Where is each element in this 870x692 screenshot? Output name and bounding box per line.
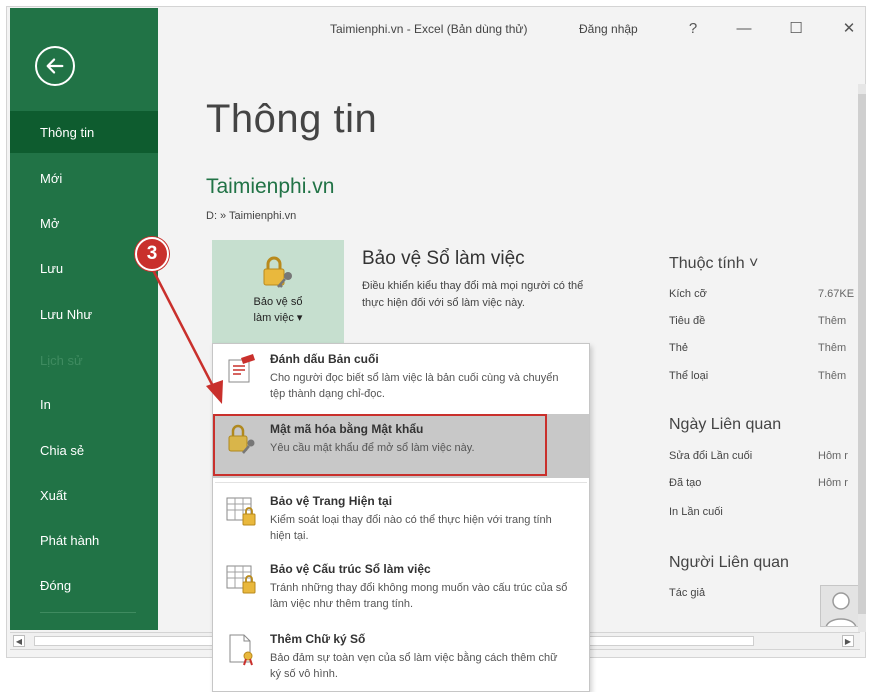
close-button[interactable]: ✕: [838, 18, 860, 38]
menu-item-protect-sheet[interactable]: Bảo vệ Trang Hiện tại Kiểm soát loại tha…: [213, 486, 589, 552]
created-value: Hôm r: [818, 477, 848, 489]
menu-item-title: Thêm Chữ ký Số: [270, 632, 366, 646]
sidebar-item-label: Lịch sử: [40, 352, 83, 368]
sidebar-item-label: Xuất: [40, 487, 67, 503]
property-size-label: Kích cỡ: [669, 288, 707, 300]
protect-sheet-icon: [226, 497, 256, 526]
menu-item-description: Bảo đảm sự toàn vẹn của sổ làm việc bằng…: [270, 652, 558, 680]
sidebar-item-label[interactable]: In: [40, 397, 51, 412]
sidebar-item-label: Lưu: [40, 260, 64, 276]
page-title: Thông tin: [206, 97, 378, 141]
protect-structure-icon: [226, 565, 256, 594]
sidebar-item-close[interactable]: Đóng: [10, 564, 158, 606]
menu-item-digital-signature[interactable]: Thêm Chữ ký Số Bảo đảm sự toàn vẹn của s…: [213, 624, 589, 692]
protect-button-label-2: làm việc ▾: [253, 312, 303, 324]
title-bar: Taimienphi.vn - Excel (Bản dùng thử) Đăn…: [158, 8, 864, 48]
sidebar-item-label: Mở: [40, 215, 60, 231]
property-tags-value[interactable]: Thêm: [818, 342, 846, 354]
sidebar-item-new[interactable]: Mới: [10, 157, 158, 199]
sidebar-item-label: Phát hành: [40, 532, 100, 548]
sidebar-item-label: Đóng: [40, 577, 72, 593]
menu-item-title: Bảo vệ Trang Hiện tại: [270, 494, 393, 508]
back-button[interactable]: [35, 46, 75, 86]
last-printed-label: In Lần cuối: [669, 506, 723, 518]
sidebar-item-history: Lịch sử: [10, 339, 158, 381]
author-label: Tác giả: [669, 587, 706, 599]
scroll-right-button[interactable]: ▶: [842, 635, 854, 647]
sign-in-link[interactable]: Đăng nhập: [579, 22, 638, 36]
menu-item-description: Kiểm soát loại thay đổi nào có thể thực …: [270, 514, 552, 542]
help-button[interactable]: ?: [682, 18, 704, 38]
person-icon: [825, 592, 857, 626]
scroll-left-button[interactable]: ◀: [13, 635, 25, 647]
property-tags-label: Thẻ: [669, 342, 688, 354]
sidebar-item-save-as[interactable]: Lưu Như: [10, 293, 158, 335]
sidebar-item-publish[interactable]: Phát hành: [10, 519, 158, 561]
document-path[interactable]: D: » Taimienphi.vn: [206, 210, 296, 222]
protect-workbook-button[interactable]: Bảo vệ sổ làm việc ▾: [212, 240, 344, 343]
avatar[interactable]: [820, 585, 860, 627]
last-modified-value: Hôm r: [818, 450, 848, 462]
sidebar-item-share[interactable]: Chia sẻ: [10, 429, 158, 471]
highlight-box: [213, 414, 547, 476]
created-label: Đã tạo: [669, 477, 702, 489]
related-dates-heading: Ngày Liên quan: [669, 416, 782, 433]
maximize-button[interactable]: ☐: [785, 18, 807, 38]
window-title: Taimienphi.vn - Excel (Bản dùng thử): [330, 22, 528, 36]
sidebar-item-export[interactable]: Xuất: [10, 474, 158, 516]
sidebar-item-label: Mới: [40, 170, 63, 186]
protect-workbook-menu: Đánh dấu Bản cuối Cho người đọc biết sổ …: [212, 343, 590, 692]
property-category-value[interactable]: Thêm: [818, 370, 846, 382]
sidebar-item-label: Thông tin: [40, 124, 95, 140]
digital-signature-icon: [229, 634, 253, 666]
menu-item-mark-final[interactable]: Đánh dấu Bản cuối Cho người đọc biết sổ …: [213, 344, 589, 410]
step-badge: 3: [135, 237, 169, 271]
mark-final-icon: [228, 354, 255, 383]
protect-workbook-description: Điều khiển kiểu thay đổi mà mọi người có…: [362, 280, 584, 309]
property-title-label: Tiêu đề: [669, 315, 706, 327]
properties-heading[interactable]: Thuộc tính ˅: [669, 255, 758, 273]
property-size-value: 7.67KE: [818, 288, 855, 300]
arrow-left-icon: [46, 58, 64, 74]
vertical-scrollbar[interactable]: [858, 84, 866, 632]
sidebar-item-open[interactable]: Mở: [10, 202, 158, 244]
excel-backstage-window: Thông tin Mới Mở Lưu Lưu Như Lịch sử In …: [0, 0, 870, 692]
document-name: Taimienphi.vn: [206, 175, 335, 198]
backstage-sidebar: Thông tin Mới Mở Lưu Lưu Như Lịch sử In …: [10, 8, 158, 630]
vertical-scroll-thumb[interactable]: [858, 94, 866, 614]
menu-item-protect-structure[interactable]: Bảo vệ Cấu trúc Sổ làm việc Tránh những …: [213, 554, 589, 626]
menu-divider: [215, 482, 587, 483]
protect-button-label-1: Bảo vệ sổ: [253, 296, 303, 308]
last-modified-label: Sửa đổi Lần cuối: [669, 450, 753, 462]
sidebar-item-label: Lưu Như: [40, 306, 93, 322]
sidebar-item-label: Chia sẻ: [40, 442, 85, 458]
property-category-label: Thể loại: [669, 370, 709, 382]
minimize-button[interactable]: —: [733, 18, 755, 38]
menu-item-title: Đánh dấu Bản cuối: [270, 352, 379, 366]
protect-workbook-heading: Bảo vệ Sổ làm việc: [362, 248, 525, 269]
related-people-heading: Người Liên quan: [669, 554, 789, 571]
sidebar-item-print[interactable]: In: [10, 383, 158, 425]
sidebar-divider: [40, 612, 136, 613]
lock-key-icon: [263, 256, 292, 288]
property-title-value[interactable]: Thêm: [818, 315, 846, 327]
menu-item-description: Tránh những thay đổi không mong muốn vào…: [270, 582, 568, 610]
menu-item-description: Cho người đọc biết sổ làm việc là bản cu…: [270, 372, 559, 400]
sidebar-item-info[interactable]: Thông tin: [10, 111, 158, 153]
menu-item-title: Bảo vệ Cấu trúc Sổ làm việc: [270, 562, 431, 576]
